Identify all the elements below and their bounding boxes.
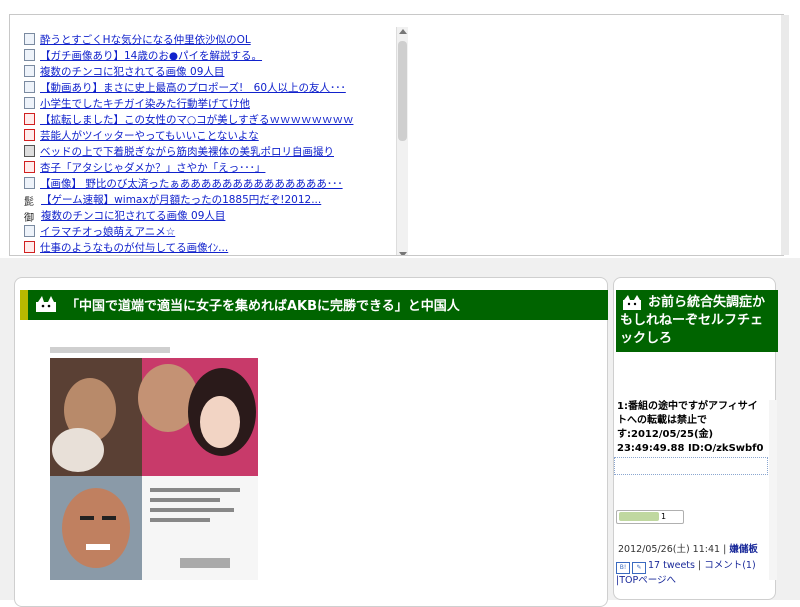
link-list-item[interactable]: 芸能人がツイッターやってもいいことないよな (24, 128, 353, 144)
article-title-link[interactable]: 「中国で道端で適当に女子を集めればAKBに完勝できる」と中国人 (66, 295, 460, 314)
blank-ad-area (410, 15, 783, 255)
link-list-item[interactable]: ベッドの上で下着脱ぎながら筋肉美裸体の美乳ポロリ自画撮り (24, 144, 353, 160)
link-list-anchor[interactable]: 【ゲーム速報】wimaxが月額たったの1885円だぞ!2012... (41, 194, 321, 206)
link-list-anchor[interactable]: ベッドの上で下着脱ぎながら筋肉美裸体の美乳ポロリ自画撮り (40, 146, 334, 158)
link-list-anchor[interactable]: 【ガチ画像あり】14歳のお●パイを解説する。 (40, 50, 262, 62)
comment-input-box[interactable] (614, 457, 768, 475)
link-list-anchor[interactable]: 【画像】 野比のび太済ったぁああああああああああああああ･･･ (40, 178, 343, 190)
related-links-list: 酔うとすごくHな気分になる仲里依沙似のOL 【ガチ画像あり】14歳のお●パイを解説… (10, 15, 408, 255)
link-list-anchor[interactable]: 杏子「アタシじゃダメか？」さやか「えっ･･･」 (40, 162, 265, 174)
post-excerpt: 1:番組の途中ですがアフィサイトへの転載は禁止です:2012/05/25(金) … (617, 401, 764, 454)
bookmark-badge-icon (619, 512, 659, 521)
link-list-item[interactable]: 【ガチ画像あり】14歳のお●パイを解説する。 (24, 48, 353, 64)
link-list-item[interactable]: 杏子「アタシじゃダメか？」さやか「えっ･･･」 (24, 160, 353, 176)
camera-icon (24, 145, 35, 157)
red-logo-icon (24, 113, 35, 125)
page-icon (24, 225, 35, 237)
sidebar-scrollbar[interactable] (769, 400, 777, 580)
link-list-anchor[interactable]: 酔うとすごくHな気分になる仲里依沙似のOL (40, 34, 251, 46)
blue-page-icon (24, 33, 35, 45)
scroll-up-icon[interactable] (399, 29, 407, 34)
link-list-anchor[interactable]: 複数のチンコに犯されてる画像 09人目 (40, 66, 224, 78)
link-list-item[interactable]: 小学生でしたキチガイ染みた行動挙げてけ他 (24, 96, 353, 112)
top-page-link[interactable]: |TOPページへ (616, 575, 676, 586)
link-list-item[interactable]: 複数のチンコに犯されてる画像 09人目 (24, 64, 353, 80)
bookmark-b-icon[interactable]: B! (616, 562, 630, 574)
post-date: 2012/05/26(土) 11:41 | (618, 544, 727, 555)
link-list-anchor[interactable]: イラマチオっ娘萌えアニメ☆ (40, 226, 175, 238)
red-logo-icon (24, 241, 35, 253)
link-list-anchor[interactable]: 【動画あり】まさに史上最高のプロポーズ! 60人以上の友人･･･ (40, 82, 346, 94)
link-list-anchor[interactable]: 複数のチンコに犯されてる画像 09人目 (41, 210, 225, 222)
page-icon (24, 81, 35, 93)
page-icon (24, 65, 35, 77)
tweets-link[interactable]: 17 tweets (648, 560, 695, 571)
link-list-anchor[interactable]: 芸能人がツイッターやってもいいことないよな (40, 130, 259, 142)
page-icon (24, 97, 35, 109)
sidebar-header: お前ら統合失調症かもしれねーぞセルフチェックしろ (616, 290, 778, 352)
pencil-icon[interactable]: ✎ (632, 562, 646, 574)
category-link[interactable]: 嫌儲板 (729, 544, 758, 555)
link-list-item[interactable]: 仕事のようなものが付与してる画像ｲﾝ... (24, 240, 353, 255)
scroll-thumb[interactable] (398, 41, 407, 141)
kanji-logo-icon: 髭 (24, 197, 34, 208)
kanji-go-icon: 御 (24, 213, 34, 224)
scroll-down-icon[interactable] (399, 252, 407, 255)
link-list-anchor[interactable]: 小学生でしたキチガイ染みた行動挙げてけ他 (40, 98, 250, 110)
cat-mascot-icon (36, 296, 56, 312)
red-logo-icon (24, 161, 35, 173)
comment-link[interactable]: コメント(1) (704, 560, 755, 571)
link-list-item[interactable]: 御複数のチンコに犯されてる画像 09人目 (24, 208, 353, 224)
link-list-item[interactable]: 髭【ゲーム速報】wimaxが月額たったの1885円だぞ!2012... (24, 192, 353, 208)
hatena-bookmark-button[interactable]: 1 (616, 510, 684, 524)
sidebar-title-link[interactable]: お前ら統合失調症かもしれねーぞセルフチェックしろ (620, 294, 775, 348)
page-scrollbar[interactable] (781, 15, 789, 255)
title-accent (20, 290, 28, 320)
article-photo (50, 340, 260, 580)
post-meta-links: B! ✎ 17 tweets | コメント(1) |TOPページへ (616, 560, 756, 586)
link-list-item[interactable]: 酔うとすごくHな気分になる仲里依沙似のOL (24, 32, 353, 48)
list-scrollbar[interactable] (396, 27, 408, 255)
bookmark-count: 1 (661, 512, 667, 521)
red-logo-icon (24, 129, 35, 141)
related-links-panel: 酔うとすごくHな気分になる仲里依沙似のOL 【ガチ画像あり】14歳のお●パイを解説… (9, 14, 784, 256)
article-title-bar: 「中国で道端で適当に女子を集めればAKBに完勝できる」と中国人 (20, 290, 608, 320)
link-list-item[interactable]: 【拡転しました】この女性のマ○コが美しすぎるｗｗｗｗｗｗｗｗ (24, 112, 353, 128)
page-icon (24, 49, 35, 61)
link-list-item[interactable]: イラマチオっ娘萌えアニメ☆ (24, 224, 353, 240)
link-list-item[interactable]: 【画像】 野比のび太済ったぁああああああああああああああ･･･ (24, 176, 353, 192)
post-date-line: 2012/05/26(土) 11:41 | 嫌儲板 (618, 541, 758, 555)
link-list-item[interactable]: 【動画あり】まさに史上最高のプロポーズ! 60人以上の友人･･･ (24, 80, 353, 96)
page-icon (24, 177, 35, 189)
link-list-anchor[interactable]: 【拡転しました】この女性のマ○コが美しすぎるｗｗｗｗｗｗｗｗ (40, 114, 353, 126)
link-list-anchor[interactable]: 仕事のようなものが付与してる画像ｲﾝ... (40, 242, 228, 254)
